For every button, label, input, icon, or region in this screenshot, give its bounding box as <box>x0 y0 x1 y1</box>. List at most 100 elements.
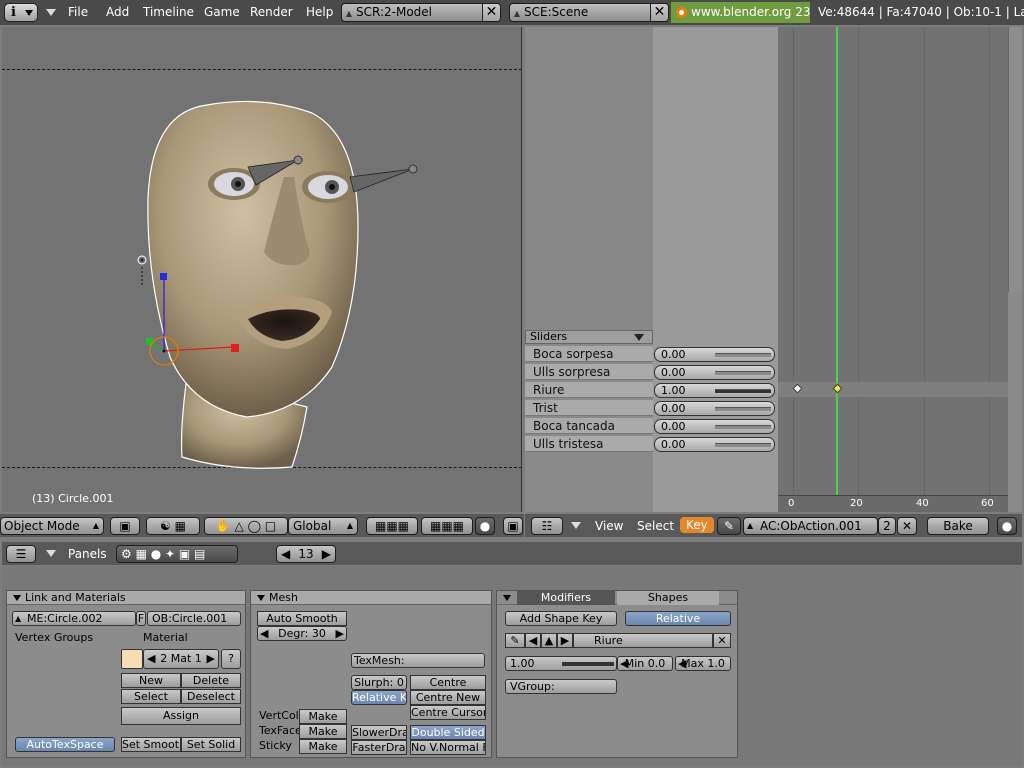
pin-shape-button[interactable]: ✎ <box>505 633 525 648</box>
relative-keys-toggle[interactable]: Relative Ke <box>351 690 407 705</box>
assign-material-button[interactable]: Assign <box>121 707 241 725</box>
menu-view[interactable]: View <box>595 519 623 533</box>
shape-key-label[interactable]: Ulls sorpresa <box>525 364 653 380</box>
chevron-down-icon[interactable] <box>634 334 644 341</box>
slider-min-field[interactable]: ◀ Min 0.0 <box>617 656 673 671</box>
shape-browse-button[interactable]: ▲ <box>541 633 557 648</box>
autotexspace-button[interactable]: AutoTexSpace <box>15 737 115 752</box>
pivot-selector[interactable]: ☯ ▦ <box>146 517 200 535</box>
blender-url[interactable]: www.blender.org 239 <box>671 2 810 23</box>
select-material-button[interactable]: Select <box>121 689 181 704</box>
centre-cursor-button[interactable]: Centre Cursor <box>410 705 486 720</box>
frame-counter[interactable]: ◀ 13 ▶ <box>276 545 336 563</box>
remove-shape-key-button[interactable]: ✕ <box>713 633 731 648</box>
panel-title-bar[interactable]: Mesh <box>251 591 491 605</box>
collapse-panel-icon[interactable] <box>257 595 265 601</box>
material-help-button[interactable]: ? <box>221 649 241 669</box>
add-shape-key-button[interactable]: Add Shape Key <box>505 611 617 626</box>
action-timeline[interactable]: 0 20 40 60 <box>778 27 1008 512</box>
3d-viewport[interactable]: (13) Circle.001 <box>2 27 522 512</box>
make-sticky-button[interactable]: Make <box>299 739 347 754</box>
collapse-menus-icon[interactable] <box>46 9 56 16</box>
draw-type-button[interactable]: ▣ <box>110 517 140 535</box>
no-vnormal-flip-toggle[interactable]: No V.Normal Fl <box>410 740 486 755</box>
menu-render[interactable]: Render <box>250 5 293 19</box>
frame-ruler[interactable]: 0 20 40 60 <box>778 495 1008 512</box>
shape-key-slider[interactable]: 0.00 <box>654 364 775 380</box>
vgroup-field[interactable]: VGroup: <box>505 679 617 694</box>
chevron-left-icon[interactable]: ◀ <box>147 650 155 668</box>
centre-new-button[interactable]: Centre New <box>410 690 486 705</box>
menu-file[interactable]: File <box>68 5 88 19</box>
current-frame-line[interactable] <box>836 27 838 495</box>
collapse-panel-icon[interactable] <box>503 595 511 601</box>
chevron-left-icon[interactable]: ◀ <box>260 627 268 640</box>
window-type-button[interactable]: ☷ <box>531 517 563 535</box>
mode-selector[interactable]: Object Mode ▲ <box>0 517 104 535</box>
menu-add[interactable]: Add <box>106 5 129 19</box>
lock-button[interactable]: ● <box>997 517 1017 535</box>
make-vertcol-button[interactable]: Make <box>299 709 347 724</box>
shape-key-slider[interactable]: 0.00 <box>654 436 775 452</box>
context-tabs[interactable]: ⚙ ▦ ● ✦ ▣ ▤ <box>116 545 238 563</box>
new-material-button[interactable]: New <box>121 673 181 688</box>
collapse-menus-icon[interactable] <box>571 522 581 529</box>
scene-selector[interactable]: ▲ SCE:Scene ✕ <box>509 3 669 22</box>
tab-modifiers[interactable]: Modifiers <box>517 591 615 605</box>
menu-key[interactable]: Key <box>680 517 714 533</box>
info-window-type-button[interactable]: i <box>4 3 38 22</box>
chevron-left-icon[interactable]: ◀ <box>281 546 290 562</box>
next-shape-button[interactable]: ▶ <box>557 633 573 648</box>
chevron-right-icon[interactable]: ▶ <box>336 627 344 640</box>
collapse-menus-icon[interactable] <box>46 550 56 557</box>
tab-shapes[interactable]: Shapes <box>617 591 719 605</box>
chevron-right-icon[interactable]: ▶ <box>322 546 331 562</box>
shape-key-label[interactable]: Boca tancada <box>525 418 653 434</box>
double-sided-toggle[interactable]: Double Sided <box>410 725 486 740</box>
window-type-button[interactable]: ☰ <box>6 545 36 563</box>
shape-key-label[interactable]: Riure <box>525 382 653 398</box>
delete-material-button[interactable]: Delete <box>181 673 241 688</box>
delete-scene-button[interactable]: ✕ <box>650 4 668 21</box>
render-preview-button[interactable]: ▣ <box>503 517 523 535</box>
sliders-header[interactable]: Sliders <box>525 330 653 344</box>
slider-max-field[interactable]: ◀ Max 1.0 <box>675 656 731 671</box>
action-editor[interactable]: Sliders Boca sorpesa 0.00 Ulls sorpresa 0.0… <box>525 27 1022 512</box>
set-smooth-button[interactable]: Set Smooth <box>121 737 181 752</box>
menu-help[interactable]: Help <box>306 5 333 19</box>
centre-button[interactable]: Centre <box>410 675 486 690</box>
panel-title-bar[interactable]: Link and Materials <box>7 591 245 605</box>
shape-key-slider[interactable]: 0.00 <box>654 400 775 416</box>
action-browse-button[interactable]: ✎ <box>717 517 741 535</box>
slurph-field[interactable]: Slurph: 0 <box>351 675 407 690</box>
menu-select[interactable]: Select <box>637 519 674 533</box>
bake-button[interactable]: Bake <box>927 517 989 535</box>
shape-key-slider[interactable]: 0.00 <box>654 418 775 434</box>
make-texface-button[interactable]: Make <box>299 724 347 739</box>
fake-user-button[interactable]: F <box>136 611 146 626</box>
vertical-scrollbar[interactable] <box>1008 27 1022 292</box>
shape-key-slider[interactable]: 0.00 <box>654 346 775 362</box>
material-index-field[interactable]: ◀ 2 Mat 1 ▶ <box>143 649 219 669</box>
menu-timeline[interactable]: Timeline <box>143 5 194 19</box>
collapse-panel-icon[interactable] <box>13 595 21 601</box>
head-model[interactable] <box>2 27 522 512</box>
object-name-field[interactable]: OB:Circle.001 <box>147 611 241 626</box>
chevron-left-icon[interactable]: ◀ <box>678 657 686 670</box>
texmesh-field[interactable]: TexMesh: <box>351 653 485 668</box>
layer-buttons-2[interactable]: ▦▦▦ <box>421 517 473 535</box>
screen-selector[interactable]: ▲ SCR:2-Model ✕ <box>341 3 501 22</box>
previous-shape-button[interactable]: ◀ <box>525 633 541 648</box>
shape-key-slider[interactable]: 1.00 <box>654 382 775 398</box>
action-users-count[interactable]: 2 <box>878 517 896 535</box>
lock-layers-button[interactable]: ● <box>475 517 495 535</box>
layer-buttons-1[interactable]: ▦▦▦ <box>366 517 418 535</box>
menu-game[interactable]: Game <box>204 5 240 19</box>
shape-key-label[interactable]: Ulls tristesa <box>525 436 653 452</box>
action-name-field[interactable]: ▲ AC:ObAction.001 <box>743 517 878 535</box>
relative-toggle[interactable]: Relative <box>625 611 731 626</box>
degree-field[interactable]: ◀ Degr: 30 ▶ <box>257 626 347 641</box>
shape-key-label[interactable]: Trist <box>525 400 653 416</box>
delete-screen-button[interactable]: ✕ <box>482 4 500 21</box>
set-solid-button[interactable]: Set Solid <box>181 737 241 752</box>
